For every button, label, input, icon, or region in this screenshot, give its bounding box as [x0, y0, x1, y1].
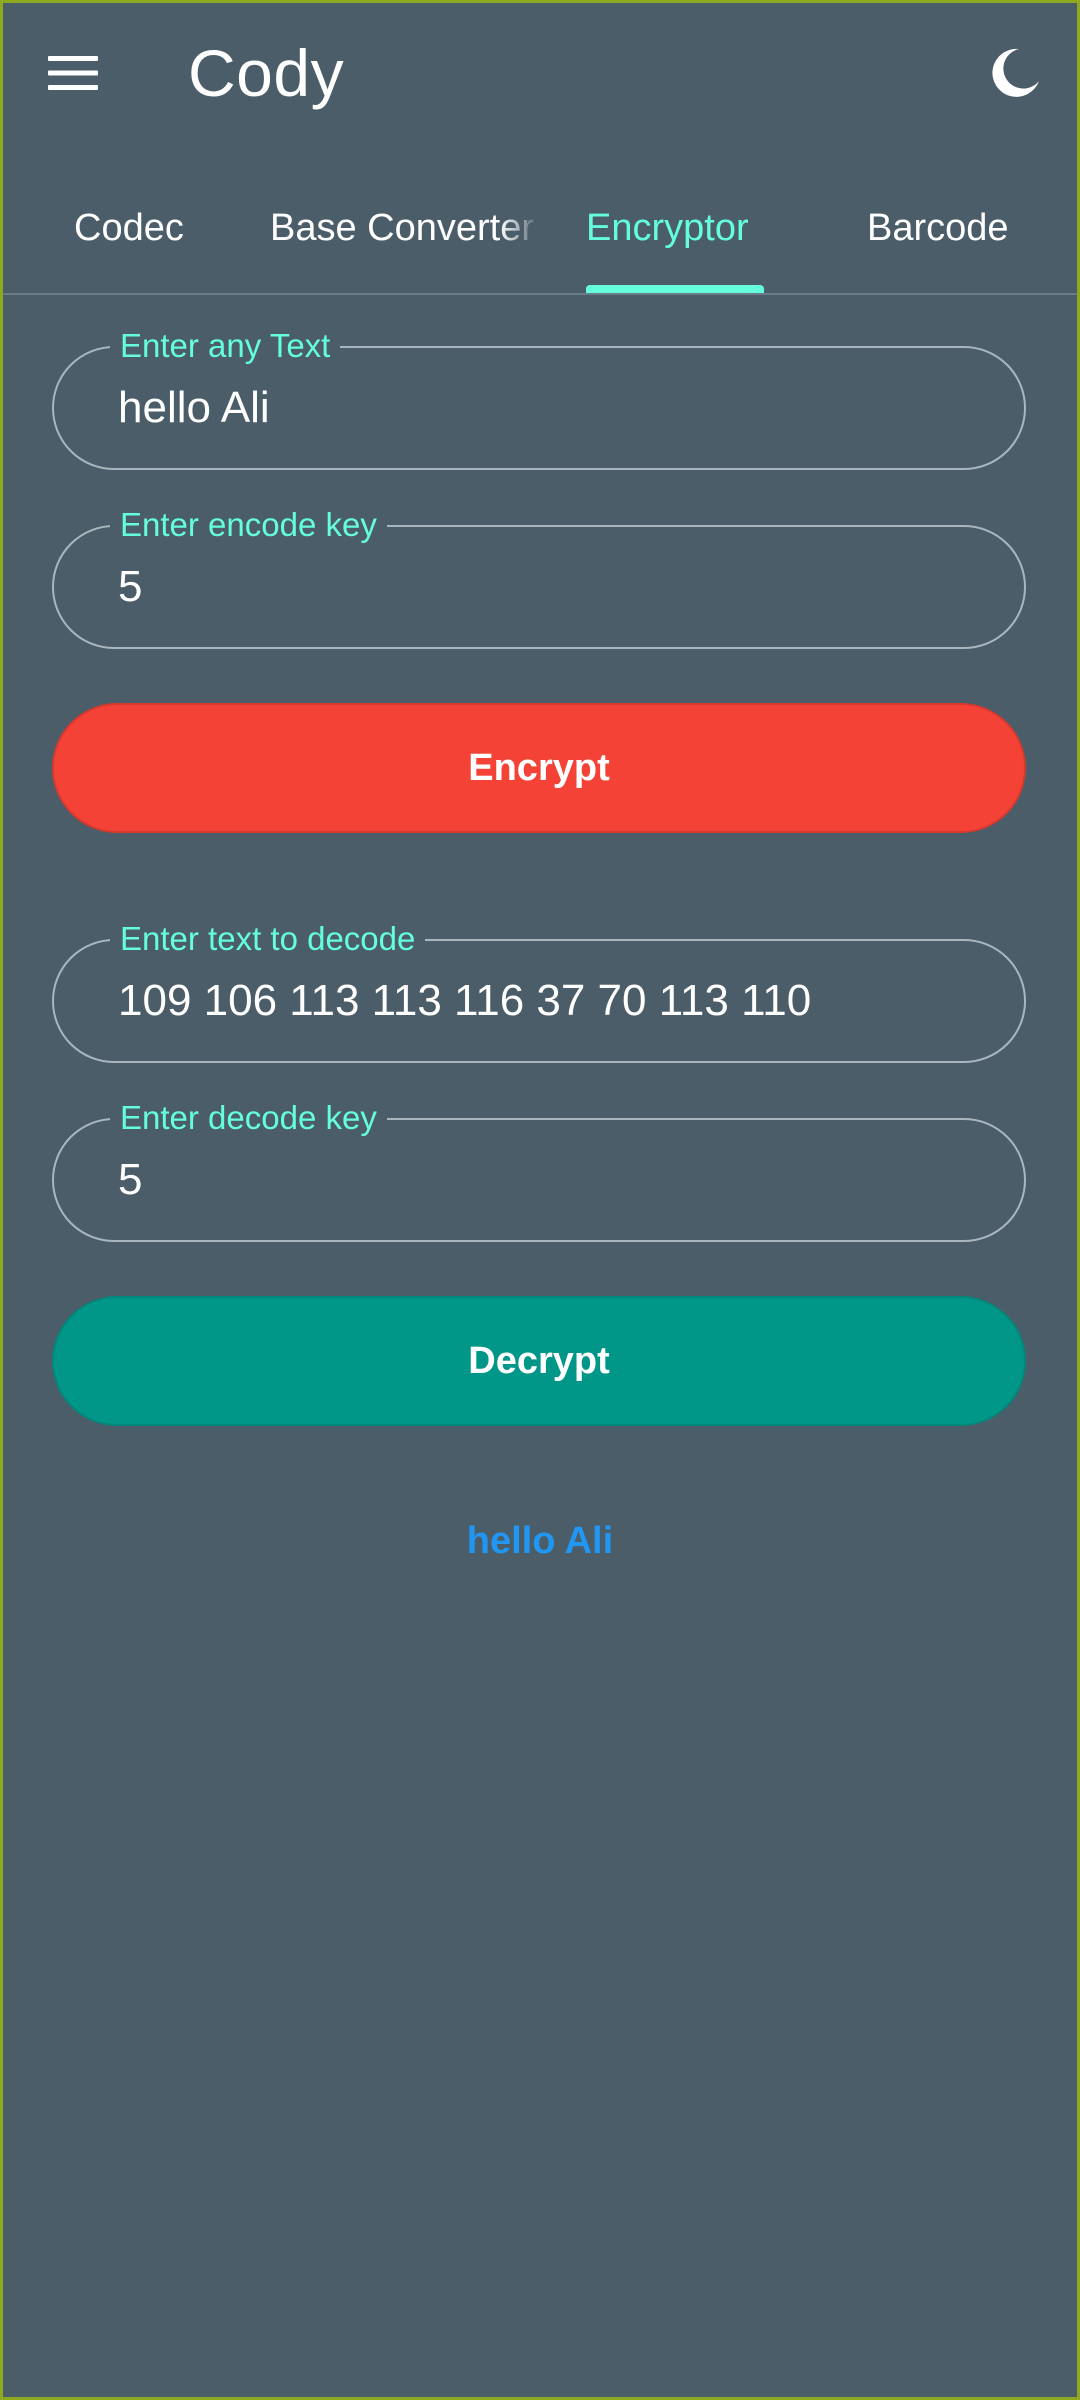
- decrypt-button[interactable]: Decrypt: [52, 1296, 1026, 1426]
- decode-text-input[interactable]: [118, 941, 978, 1061]
- tab-barcode[interactable]: Barcode: [867, 203, 1009, 253]
- tab-encryptor[interactable]: Encryptor: [586, 203, 749, 253]
- decode-key-input[interactable]: [118, 1120, 978, 1240]
- decode-key-field: Enter decode key: [52, 1098, 1026, 1242]
- menu-button[interactable]: [30, 40, 116, 106]
- tab-bar: Codec Base Converter Encryptor Barcode: [0, 185, 1080, 295]
- tab-base-converter[interactable]: Base Converter: [270, 203, 540, 253]
- encrypt-button[interactable]: Encrypt: [52, 703, 1026, 833]
- encode-text-field: Enter any Text: [52, 326, 1026, 470]
- theme-toggle-button[interactable]: [982, 40, 1048, 106]
- app-title: Cody: [188, 36, 345, 110]
- encode-key-field: Enter encode key: [52, 505, 1026, 649]
- active-tab-indicator: [586, 285, 764, 293]
- decode-text-field: Enter text to decode: [52, 919, 1026, 1063]
- decrypted-result-text: hello Ali: [466, 1520, 614, 1562]
- app-bar: Cody: [0, 0, 1080, 150]
- encode-key-input[interactable]: [118, 527, 978, 647]
- moon-icon: [992, 48, 1039, 97]
- menu-icon: [48, 56, 98, 90]
- tab-codec[interactable]: Codec: [74, 203, 184, 253]
- encode-text-input[interactable]: [118, 348, 978, 468]
